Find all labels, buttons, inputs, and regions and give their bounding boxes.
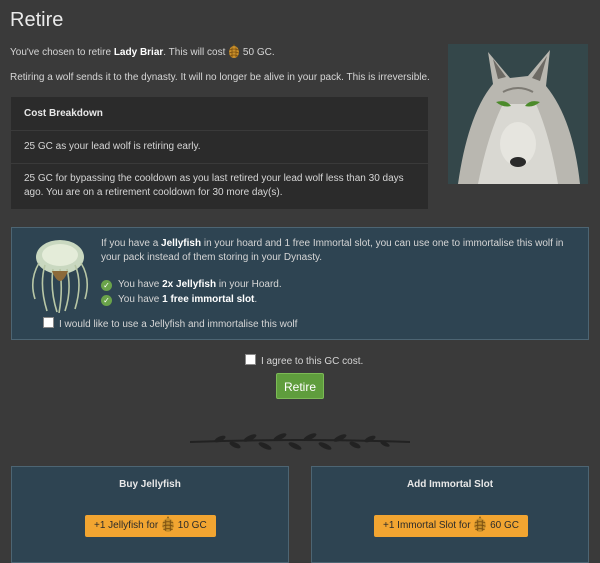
c1-pre: You have [118,279,163,290]
cost-row: 25 GC for bypassing the cooldown as you … [24,173,404,198]
immortalise-panel: If you have a Jellyfish in your hoard an… [11,227,589,340]
wolf-name: Lady Briar [113,47,164,58]
gc-pinecone-icon [161,516,175,532]
cost-row: 25 GC as your lead wolf is retiring earl… [11,131,428,164]
buy-jellyfish-title: Buy Jellyfish [119,479,181,490]
add-immortal-slot-title: Add Immortal Slot [406,479,494,490]
immortalise-description: If you have a Jellyfish in your hoard an… [101,237,581,265]
add-immortal-slot-label: +1 Immortal Slot for [383,520,471,531]
cost-breakdown: Cost Breakdown 25 GC as your lead wolf i… [11,97,428,209]
branch-divider [190,433,410,450]
add-immortal-slot-panel: Add Immortal Slot +1 Immortal Slot for 6… [311,466,589,563]
wolf-portrait [448,44,588,184]
check-circle-icon: ✓ [101,280,112,291]
intro-prefix: You've chosen to retire [10,47,114,58]
agree-option: I agree to this GC cost. [245,354,363,368]
c1-bold: 2x Jellyfish [162,279,217,290]
add-immortal-slot-button[interactable]: +1 Immortal Slot for 60 GC [374,515,528,537]
gc-pinecone-icon [228,44,240,58]
c1-post: in your Hoard. [216,279,282,290]
imm-jellyfish: Jellyfish [161,238,202,249]
check-circle-icon: ✓ [101,295,112,306]
intro-middle: . This will cost [163,47,229,58]
c2-post: . [254,294,258,305]
retire-description: Retiring a wolf sends it to the dynasty.… [10,72,430,83]
agree-checkbox[interactable] [245,354,256,365]
add-immortal-slot-price: 60 GC [490,520,519,531]
c2-bold: 1 free immortal slot [162,294,255,305]
jellyfish-count-status: ✓ You have 2x Jellyfish in your Hoard. [101,278,282,292]
immortalise-checkbox[interactable] [43,317,54,328]
immortalise-option: I would like to use a Jellyfish and immo… [43,317,297,331]
page-title: Retire [10,9,64,31]
jellyfish-icon [31,240,89,313]
retire-cost: 50 GC. [242,47,275,58]
buy-jellyfish-price: 10 GC [177,520,207,531]
c2-pre: You have [118,294,163,305]
cost-breakdown-header: Cost Breakdown [11,97,428,131]
buy-jellyfish-panel: Buy Jellyfish +1 Jellyfish for 10 GC [11,466,289,563]
retire-intro: You've chosen to retire Lady Briar. This… [10,44,440,60]
agree-label[interactable]: I agree to this GC cost. [261,356,363,367]
immortal-slot-status: ✓ You have 1 free immortal slot. [101,293,257,307]
imm-t1: If you have a [101,238,162,249]
buy-jellyfish-button[interactable]: +1 Jellyfish for 10 GC [85,515,216,537]
retire-button[interactable]: Retire [276,373,324,399]
gc-pinecone-icon [473,516,487,532]
buy-jellyfish-label: +1 Jellyfish for [94,520,159,531]
immortalise-option-label[interactable]: I would like to use a Jellyfish and immo… [59,319,297,330]
